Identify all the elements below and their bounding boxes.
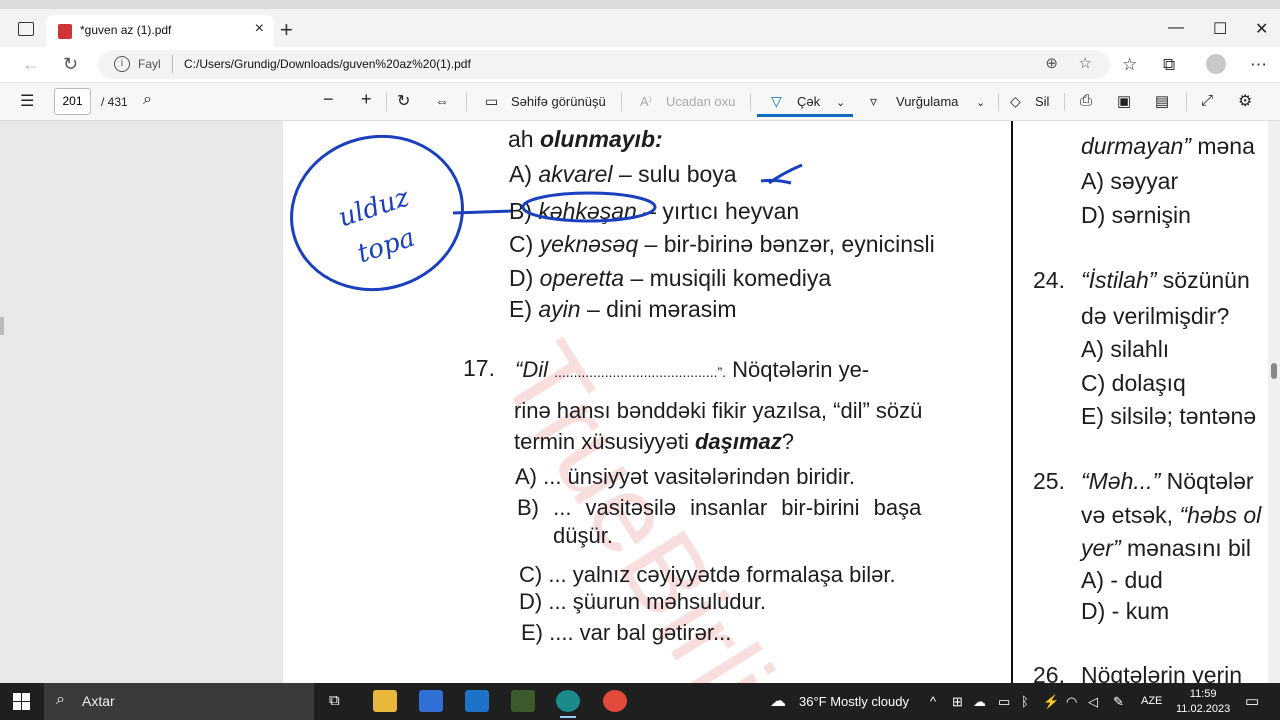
url-scheme: Fayl (138, 57, 161, 71)
divider (621, 93, 622, 111)
taskbar-search[interactable]: ⌕ Axtar (44, 683, 314, 720)
divider (750, 93, 751, 111)
print-icon[interactable]: ⎙ (1080, 92, 1092, 109)
tray-icon[interactable]: ⊞ (952, 694, 963, 710)
read-aloud-button[interactable]: Ucadan oxu (666, 94, 735, 109)
task-view-icon[interactable]: ⧉ (329, 692, 340, 709)
collections-icon[interactable]: ⧉ (1163, 55, 1175, 75)
refresh-icon[interactable]: ↻ (63, 54, 78, 75)
divider (466, 93, 467, 111)
ink-checkmark (760, 163, 803, 185)
erase-button[interactable]: Sil (1035, 94, 1049, 109)
erase-icon[interactable]: ◇ (1010, 93, 1021, 110)
pdf-icon (58, 24, 72, 39)
contents-icon[interactable]: ☰ (20, 91, 34, 111)
draw-icon: ▽ (771, 93, 782, 109)
mail-icon[interactable] (465, 690, 489, 712)
avatar[interactable] (1206, 54, 1226, 74)
tab-title: *guven az (1).pdf (80, 23, 172, 37)
window-top-strip (0, 0, 1280, 9)
weather-text[interactable]: 36°F Mostly cloudy (799, 694, 909, 709)
url-separator (172, 55, 173, 73)
taskbar: ⌕ Axtar ⧉ ☁ 36°F Mostly cloudy ^ ⊞ ☁ ▭ ᛒ… (0, 683, 1280, 720)
divider (1186, 93, 1187, 111)
url-text[interactable]: C:/Users/Grundig/Downloads/guven%20az%20… (184, 57, 471, 71)
clock[interactable]: 11:59 11.02.2023 (1176, 687, 1230, 717)
page-number-input[interactable]: 201 (54, 88, 91, 115)
fullscreen-icon[interactable]: ⤢ (1201, 92, 1213, 109)
language-indicator[interactable]: AZE (1141, 695, 1162, 707)
ink-word-circle (521, 191, 657, 223)
highlight-icon[interactable]: ▿ (870, 93, 877, 110)
zoom-icon[interactable]: ⊕ (1045, 54, 1058, 72)
store-icon[interactable] (419, 690, 443, 712)
save-icon[interactable]: ▣ (1117, 92, 1131, 110)
tab-bar: *guven az (1).pdf × + — ☐ ✕ (0, 9, 1280, 47)
new-tab-icon[interactable]: + (280, 19, 293, 41)
maximize-icon[interactable]: ☐ (1213, 19, 1227, 39)
clock-time: 11:59 (1189, 688, 1217, 700)
back-icon[interactable]: ← (22, 54, 40, 75)
tab-actions-icon[interactable] (18, 22, 34, 36)
app-icon[interactable] (511, 690, 535, 712)
left-scroll-marker (0, 317, 4, 335)
fit-width-icon[interactable]: ⇔ (435, 93, 449, 109)
save-as-icon[interactable]: ▤ (1155, 92, 1169, 110)
page-total: / 431 (101, 95, 128, 109)
close-window-icon[interactable]: ✕ (1255, 19, 1268, 39)
page-view-icon[interactable]: ▭ (485, 93, 498, 110)
search-icon[interactable]: ⌕ (143, 91, 152, 109)
bluetooth-icon[interactable]: ᛒ (1021, 694, 1029, 709)
pdf-viewer[interactable]: TrueBirli ah olunmayıb: A) akvarel – sul… (0, 121, 1280, 683)
tab-pdf[interactable]: *guven az (1).pdf × (46, 15, 274, 47)
edge-icon[interactable] (556, 690, 580, 718)
tab-close-icon[interactable]: × (255, 20, 264, 38)
divider (1064, 93, 1065, 111)
start-windows-icon[interactable] (13, 693, 30, 710)
chrome-icon[interactable] (603, 690, 627, 712)
scrollbar-thumb[interactable] (1271, 363, 1277, 379)
search-label: Axtar (82, 693, 115, 709)
search-icon: ⌕ (56, 691, 65, 708)
battery-icon[interactable]: ▭ (998, 694, 1010, 710)
zoom-in-icon[interactable]: + (361, 89, 372, 110)
weather-cloud-icon[interactable]: ☁ (770, 691, 786, 711)
rotate-icon[interactable]: ↻ (397, 91, 410, 111)
page-view-button[interactable]: Səhifə görünüşü (511, 94, 606, 109)
draw-label: Çək (797, 94, 821, 109)
minimize-icon[interactable]: — (1168, 19, 1184, 37)
pdf-toolbar: ☰ 201 / 431 ⌕ − + ↻ ⇔ ▭ Səhifə görünüşü … (0, 83, 1280, 121)
read-aloud-icon[interactable]: A⁾ (640, 94, 652, 110)
clock-date: 11.02.2023 (1176, 703, 1231, 715)
pen-icon[interactable]: ✎ (1113, 694, 1124, 710)
more-icon[interactable]: ⋯ (1250, 55, 1267, 75)
highlight-button[interactable]: Vurğulama (896, 94, 958, 109)
pdf-page[interactable]: TrueBirli ah olunmayıb: A) akvarel – sul… (283, 121, 1268, 683)
vertical-scrollbar[interactable] (1268, 121, 1280, 683)
divider (386, 93, 387, 111)
file-explorer-icon[interactable] (373, 690, 397, 712)
address-bar-row: ← ↻ i Fayl C:/Users/Grundig/Downloads/gu… (0, 47, 1280, 83)
battery-plug-icon[interactable]: ⚡ (1043, 694, 1059, 710)
wifi-icon[interactable]: ◠ (1066, 694, 1077, 710)
ink-connector-line (452, 209, 512, 215)
volume-icon[interactable]: ◁ (1088, 694, 1098, 710)
divider (998, 93, 999, 111)
info-icon[interactable]: i (114, 56, 130, 72)
highlight-chevron-down-icon[interactable]: ⌄ (976, 96, 985, 109)
favorites-icon[interactable]: ☆ (1122, 55, 1137, 75)
notification-icon[interactable]: ▭ (1245, 692, 1259, 710)
settings-gear-icon[interactable]: ⚙ (1238, 91, 1252, 111)
draw-chevron-down-icon[interactable]: ⌄ (836, 96, 845, 109)
cloud-icon[interactable]: ☁ (973, 694, 986, 710)
zoom-out-icon[interactable]: − (323, 89, 334, 110)
tray-chevron-up-icon[interactable]: ^ (930, 694, 936, 709)
address-bar[interactable]: i Fayl C:/Users/Grundig/Downloads/guven%… (98, 50, 1110, 79)
add-favorite-icon[interactable]: ☆ (1079, 54, 1092, 72)
